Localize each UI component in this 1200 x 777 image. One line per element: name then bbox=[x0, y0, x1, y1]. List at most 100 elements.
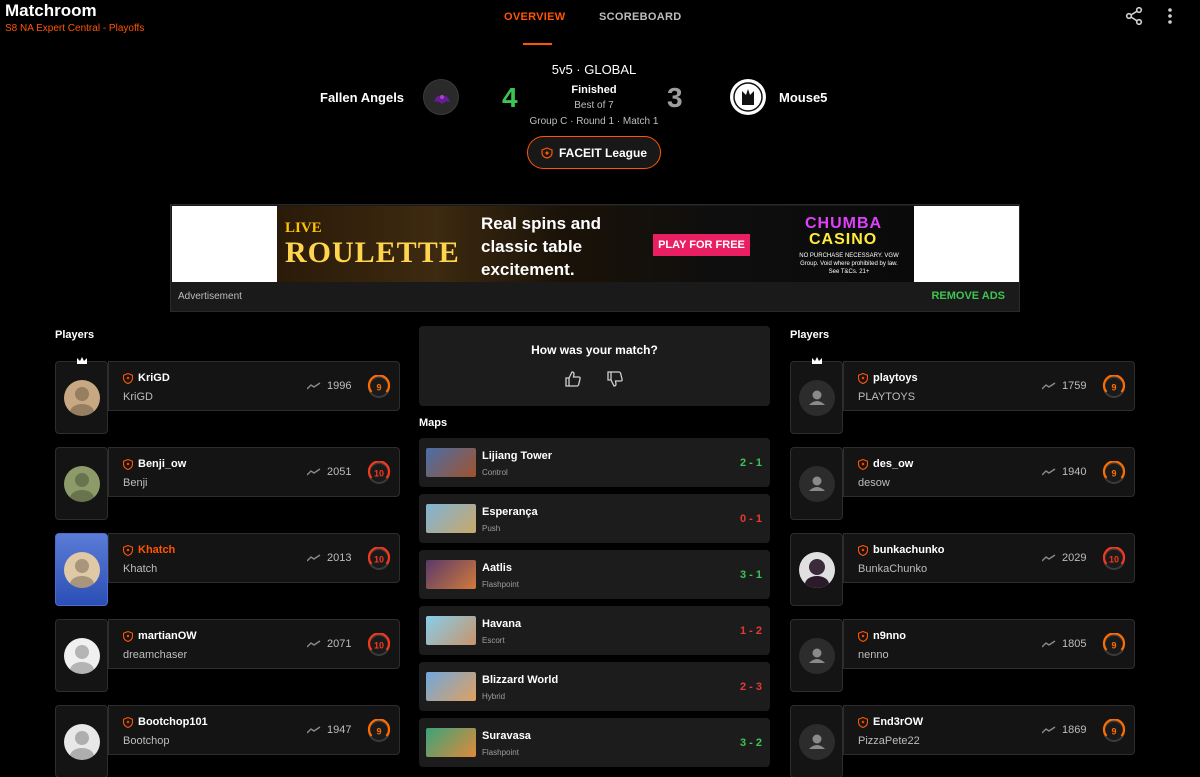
trend-icon bbox=[307, 640, 321, 648]
ad-banner[interactable]: LIVE ROULETTE Real spins and classic tab… bbox=[277, 206, 914, 282]
player-elo: 2013 bbox=[327, 552, 352, 564]
map-row[interactable]: Lijiang Tower Control 2 - 1 bbox=[419, 438, 770, 487]
trend-icon bbox=[307, 726, 321, 734]
skill-level-icon: 10 bbox=[367, 546, 391, 571]
map-name: Havana bbox=[482, 618, 522, 630]
svg-text:10: 10 bbox=[374, 469, 384, 479]
map-row[interactable]: Esperança Push 0 - 1 bbox=[419, 494, 770, 543]
player-card[interactable]: KriGD KriGD 1996 9 bbox=[108, 361, 400, 411]
team2-logo[interactable] bbox=[730, 79, 766, 115]
ad-cta-button[interactable]: PLAY FOR FREE bbox=[653, 234, 750, 256]
player-nickname-wrap: bunkachunko bbox=[858, 544, 945, 556]
player-avatar-box[interactable] bbox=[790, 447, 843, 520]
player-row: martianOW dreamchaser 2071 10 bbox=[55, 619, 400, 707]
map-name: Esperança bbox=[482, 506, 538, 518]
team1-players-label: Players bbox=[55, 329, 95, 341]
player-elo: 2071 bbox=[327, 638, 352, 650]
player-avatar-box[interactable] bbox=[55, 357, 108, 434]
player-avatar-box[interactable] bbox=[55, 447, 108, 520]
trend-icon bbox=[307, 468, 321, 476]
remove-ads-button[interactable]: REMOVE ADS bbox=[931, 290, 1005, 302]
player-avatar-box[interactable] bbox=[790, 357, 843, 434]
map-row[interactable]: Blizzard World Hybrid 2 - 3 bbox=[419, 662, 770, 711]
player-row: KriGD KriGD 1996 9 bbox=[55, 357, 400, 449]
player-real-name: desow bbox=[858, 477, 890, 489]
player-card[interactable]: Benji_ow Benji 2051 10 bbox=[108, 447, 400, 497]
map-mode: Escort bbox=[482, 636, 505, 645]
player-elo: 1947 bbox=[327, 724, 352, 736]
player-real-name: dreamchaser bbox=[123, 649, 188, 661]
player-avatar-box[interactable] bbox=[790, 619, 843, 692]
trend-icon bbox=[1042, 554, 1056, 562]
more-vertical-icon[interactable] bbox=[1160, 6, 1180, 26]
player-avatar-box[interactable] bbox=[55, 533, 108, 606]
player-avatar-box[interactable] bbox=[55, 619, 108, 692]
trend-icon bbox=[1042, 382, 1056, 390]
map-thumbnail bbox=[426, 560, 476, 589]
player-real-name: nenno bbox=[858, 649, 889, 661]
rating-title: How was your match? bbox=[531, 343, 658, 357]
player-elo-wrap: 1947 bbox=[307, 724, 351, 736]
faceit-shield-icon bbox=[123, 372, 133, 384]
team2-name[interactable]: Mouse5 bbox=[779, 90, 827, 105]
player-real-name: KriGD bbox=[123, 391, 153, 403]
player-avatar-box[interactable] bbox=[790, 533, 843, 606]
map-score: 2 - 3 bbox=[739, 681, 762, 693]
map-row[interactable]: Suravasa Flashpoint 3 - 2 bbox=[419, 718, 770, 767]
player-avatar-box[interactable] bbox=[790, 705, 843, 777]
player-nickname: Benji_ow bbox=[138, 458, 187, 470]
trend-icon bbox=[307, 382, 321, 390]
map-score: 1 - 2 bbox=[739, 625, 762, 637]
svg-text:10: 10 bbox=[1109, 555, 1119, 565]
match-mode: 5v5 · GLOBAL bbox=[551, 62, 637, 77]
thumbs-down-icon[interactable] bbox=[606, 370, 624, 388]
player-card[interactable]: End3rOW PizzaPete22 1869 9 bbox=[843, 705, 1135, 755]
round-info: Group C · Round 1 · Match 1 bbox=[529, 116, 659, 127]
map-row[interactable]: Havana Escort 1 - 2 bbox=[419, 606, 770, 655]
player-card[interactable]: des_ow desow 1940 9 bbox=[843, 447, 1135, 497]
player-card[interactable]: Khatch Khatch 2013 10 bbox=[108, 533, 400, 583]
map-thumbnail bbox=[426, 672, 476, 701]
captain-crown-icon bbox=[77, 357, 87, 364]
ad-fine2: Group. Void where prohibited by law. bbox=[800, 261, 898, 267]
ad-brand-line2: CASINO bbox=[809, 231, 878, 248]
player-row: End3rOW PizzaPete22 1869 9 bbox=[790, 705, 1135, 777]
player-avatar bbox=[63, 551, 100, 588]
match-rating-box: How was your match? bbox=[419, 326, 770, 406]
maps-label: Maps bbox=[419, 417, 448, 429]
map-name: Lijiang Tower bbox=[482, 450, 553, 462]
thumbs-up-icon[interactable] bbox=[564, 370, 582, 388]
player-avatar bbox=[63, 637, 100, 674]
tab-overview[interactable]: OVERVIEW bbox=[504, 11, 566, 23]
player-row: Khatch Khatch 2013 10 bbox=[55, 533, 400, 621]
active-tab-indicator bbox=[523, 43, 552, 45]
player-nickname-wrap: End3rOW bbox=[858, 716, 923, 728]
player-row: des_ow desow 1940 9 bbox=[790, 447, 1135, 535]
league-badge[interactable]: FACEIT League bbox=[527, 136, 661, 169]
skill-level-icon: 9 bbox=[1102, 374, 1126, 399]
map-thumbnail bbox=[426, 616, 476, 645]
competition-subtitle[interactable]: S8 NA Expert Central - Playoffs bbox=[5, 23, 144, 34]
ad-headline: Real spins and classic table excitement. bbox=[481, 214, 601, 279]
player-card[interactable]: bunkachunko BunkaChunko 2029 10 bbox=[843, 533, 1135, 583]
player-avatar-box[interactable] bbox=[55, 705, 108, 777]
player-nickname: KriGD bbox=[138, 372, 170, 384]
tab-scoreboard[interactable]: SCOREBOARD bbox=[599, 11, 681, 23]
player-row: playtoys PLAYTOYS 1759 9 bbox=[790, 357, 1135, 449]
player-elo-wrap: 1996 bbox=[307, 380, 351, 392]
player-card[interactable]: Bootchop101 Bootchop 1947 9 bbox=[108, 705, 400, 755]
map-row[interactable]: Aatlis Flashpoint 3 - 1 bbox=[419, 550, 770, 599]
skill-level-icon: 9 bbox=[1102, 718, 1126, 743]
map-score: 0 - 1 bbox=[739, 513, 762, 525]
player-card[interactable]: n9nno nenno 1805 9 bbox=[843, 619, 1135, 669]
player-card[interactable]: martianOW dreamchaser 2071 10 bbox=[108, 619, 400, 669]
player-nickname-wrap: playtoys bbox=[858, 372, 918, 384]
ad-fine1: NO PURCHASE NECESSARY. VGW bbox=[799, 253, 899, 259]
player-elo: 1805 bbox=[1062, 638, 1087, 650]
player-row: bunkachunko BunkaChunko 2029 10 bbox=[790, 533, 1135, 621]
player-elo-wrap: 1805 bbox=[1042, 638, 1086, 650]
player-card[interactable]: playtoys PLAYTOYS 1759 9 bbox=[843, 361, 1135, 411]
player-elo: 2051 bbox=[327, 466, 352, 478]
player-avatar bbox=[63, 465, 100, 502]
share-icon[interactable] bbox=[1124, 6, 1144, 26]
